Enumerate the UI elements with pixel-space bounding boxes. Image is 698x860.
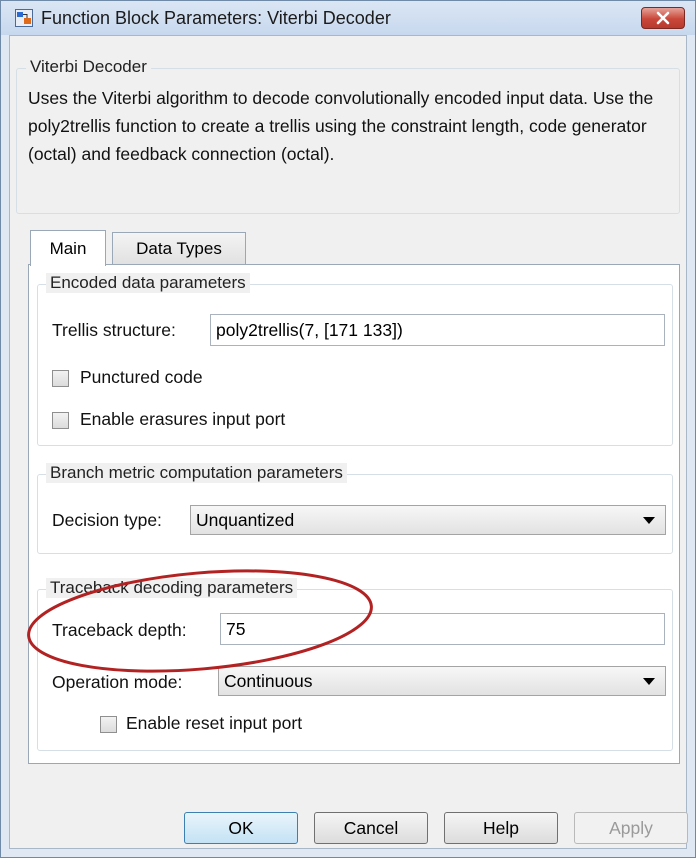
help-button[interactable]: Help xyxy=(444,812,558,844)
tab-main[interactable]: Main xyxy=(30,230,106,266)
block-name: Viterbi Decoder xyxy=(26,57,151,77)
ok-button[interactable]: OK xyxy=(184,812,298,844)
chevron-down-icon xyxy=(643,517,655,524)
branch-metric-legend: Branch metric computation parameters xyxy=(46,463,347,483)
operation-mode-value: Continuous xyxy=(224,671,313,691)
encoded-data-legend: Encoded data parameters xyxy=(46,273,250,293)
traceback-legend: Traceback decoding parameters xyxy=(46,578,298,598)
enable-reset-checkbox[interactable] xyxy=(100,716,117,733)
window-title: Function Block Parameters: Viterbi Decod… xyxy=(41,8,391,28)
trellis-structure-label: Trellis structure: xyxy=(52,320,176,340)
operation-mode-dropdown[interactable]: Continuous xyxy=(218,666,666,696)
punctured-code-label: Punctured code xyxy=(80,367,203,387)
block-description: Uses the Viterbi algorithm to decode con… xyxy=(28,88,654,164)
simulink-block-icon xyxy=(15,9,33,27)
traceback-depth-label: Traceback depth: xyxy=(52,620,187,640)
apply-button[interactable]: Apply xyxy=(574,812,688,844)
chevron-down-icon xyxy=(643,678,655,685)
decision-type-value: Unquantized xyxy=(196,510,295,530)
traceback-depth-input[interactable]: 75 xyxy=(220,613,665,645)
close-icon xyxy=(656,11,670,25)
operation-mode-label: Operation mode: xyxy=(52,672,183,692)
decision-type-dropdown[interactable]: Unquantized xyxy=(190,505,666,535)
enable-erasures-checkbox[interactable] xyxy=(52,412,69,429)
decision-type-label: Decision type: xyxy=(52,510,162,530)
tab-data-types[interactable]: Data Types xyxy=(112,232,246,264)
close-button[interactable] xyxy=(641,7,685,29)
punctured-code-checkbox[interactable] xyxy=(52,370,69,387)
title-bar[interactable]: Function Block Parameters: Viterbi Decod… xyxy=(1,1,695,35)
enable-reset-label: Enable reset input port xyxy=(126,713,303,733)
cancel-button[interactable]: Cancel xyxy=(314,812,428,844)
trellis-structure-input[interactable]: poly2trellis(7, [171 133]) xyxy=(210,314,665,346)
enable-erasures-label: Enable erasures input port xyxy=(80,409,286,429)
